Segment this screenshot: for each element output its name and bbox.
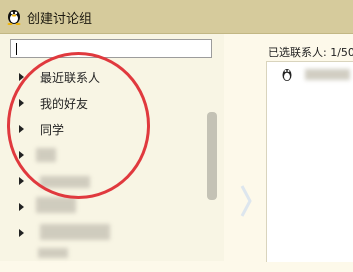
blurred-label	[40, 224, 110, 240]
expand-arrow-icon[interactable]	[19, 73, 24, 81]
blurred-label	[36, 148, 56, 162]
qq-penguin-icon	[7, 10, 21, 25]
scrollbar-thumb[interactable]	[207, 112, 217, 200]
group-classmates[interactable]: 同学	[0, 116, 205, 142]
expand-arrow-icon[interactable]	[19, 229, 24, 237]
group-blurred-4[interactable]	[0, 220, 205, 246]
group-recent-contacts[interactable]: 最近联系人	[0, 64, 205, 90]
group-blurred-5[interactable]	[0, 246, 205, 272]
expand-arrow-icon[interactable]	[19, 177, 24, 185]
group-blurred-2[interactable]	[0, 168, 205, 194]
group-blurred-1[interactable]	[0, 142, 205, 168]
selected-contacts-list[interactable]	[266, 61, 353, 262]
text-caret	[16, 43, 17, 55]
expand-arrow-icon[interactable]	[19, 125, 24, 133]
expand-arrow-icon[interactable]	[19, 151, 24, 159]
blurred-contact-name	[305, 69, 350, 80]
window-title: 创建讨论组	[27, 12, 93, 27]
contacts-pane: 最近联系人 我的好友 同学	[0, 34, 224, 261]
chevron-right-icon[interactable]	[239, 184, 253, 218]
group-my-friends[interactable]: 我的好友	[0, 90, 205, 116]
search-input[interactable]	[10, 39, 212, 58]
expand-arrow-icon[interactable]	[19, 99, 24, 107]
blurred-label	[36, 197, 76, 213]
title-bar: 创建讨论组	[0, 0, 353, 34]
expand-arrow-icon[interactable]	[19, 203, 24, 211]
group-blurred-3[interactable]	[0, 194, 205, 220]
group-label: 我的好友	[40, 97, 89, 111]
blurred-label	[38, 248, 68, 258]
contact-avatar-icon	[282, 69, 292, 81]
blurred-label	[40, 176, 90, 188]
group-label: 最近联系人	[40, 71, 101, 85]
selected-pane: 已选联系人: 1/50	[262, 34, 353, 262]
selected-count-label: 已选联系人: 1/50	[268, 46, 353, 59]
transfer-column	[225, 34, 261, 261]
group-label: 同学	[40, 123, 65, 137]
contact-tree: 最近联系人 我的好友 同学	[0, 64, 205, 272]
